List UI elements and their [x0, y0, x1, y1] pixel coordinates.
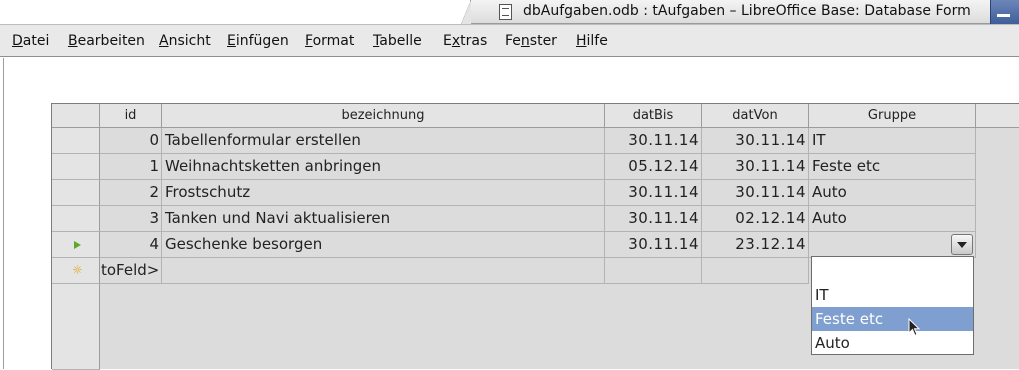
- menu-format[interactable]: Format: [305, 33, 354, 49]
- dropdown-option[interactable]: [812, 257, 973, 281]
- menu-extras[interactable]: Extras: [443, 33, 487, 49]
- cell-bezeichnung[interactable]: Weihnachtsketten anbringen: [162, 154, 605, 180]
- row-selector[interactable]: [52, 154, 100, 180]
- cell-bezeichnung[interactable]: Frostschutz: [162, 180, 605, 206]
- row-selector[interactable]: [52, 206, 100, 232]
- dropdown-option[interactable]: Auto: [812, 331, 973, 355]
- menu-bearbeiten[interactable]: Bearbeiten: [68, 33, 145, 49]
- cell-gruppe[interactable]: Auto: [809, 206, 976, 232]
- cell-datbis[interactable]: 30.11.14: [605, 180, 702, 206]
- gruppe-dropdown-list[interactable]: IT Feste etc Auto: [811, 256, 974, 355]
- new-row-cell[interactable]: toFeld>: [100, 258, 162, 284]
- cell-id[interactable]: 3: [100, 206, 162, 232]
- dropdown-option[interactable]: Feste etc: [812, 307, 973, 331]
- new-row-cell[interactable]: [605, 258, 702, 284]
- cell-datvon[interactable]: 30.11.14: [702, 180, 809, 206]
- cell-datbis[interactable]: 30.11.14: [605, 128, 702, 154]
- combo-dropdown-button[interactable]: [951, 234, 973, 255]
- new-row-cell[interactable]: [702, 258, 809, 284]
- cell-gruppe[interactable]: Auto: [809, 180, 976, 206]
- row-selector[interactable]: [52, 180, 100, 206]
- menu-datei[interactable]: Datei: [12, 33, 49, 49]
- column-header-empty: [976, 104, 1019, 128]
- menu-bar: Datei Bearbeiten Ansicht Einfügen Format Tabe…: [0, 24, 1019, 57]
- document-icon: [499, 4, 512, 20]
- new-record-star-icon: ☼: [72, 263, 83, 277]
- window-title: dbAufgaben.odb : tAufgaben – LibreOffice…: [523, 3, 971, 19]
- column-header-datvon[interactable]: datVon: [702, 104, 809, 128]
- new-row-cell[interactable]: [162, 258, 605, 284]
- cell-datbis[interactable]: 05.12.14: [605, 154, 702, 180]
- window-title-tab: dbAufgaben.odb : tAufgaben – LibreOffice…: [461, 0, 990, 24]
- cell-bezeichnung[interactable]: Tabellenformular erstellen: [162, 128, 605, 154]
- menu-einfgen[interactable]: Einfügen: [227, 33, 289, 49]
- grid-corner[interactable]: [52, 104, 100, 128]
- mouse-pointer-icon: [908, 318, 920, 337]
- cell-id[interactable]: 4: [100, 232, 162, 258]
- cell-id[interactable]: 2: [100, 180, 162, 206]
- new-row-selector[interactable]: ☼: [52, 258, 100, 284]
- cell-id[interactable]: 1: [100, 154, 162, 180]
- column-header-gruppe[interactable]: Gruppe: [809, 104, 976, 128]
- title-bar: dbAufgaben.odb : tAufgaben – LibreOffice…: [0, 0, 1019, 24]
- dropdown-option[interactable]: IT: [812, 283, 973, 307]
- row-selector[interactable]: [52, 232, 100, 258]
- column-header-id[interactable]: id: [100, 104, 162, 128]
- minimize-button[interactable]: [990, 0, 1019, 24]
- current-row-arrow-icon: [74, 241, 81, 249]
- cell-datvon[interactable]: 30.11.14: [702, 128, 809, 154]
- cell-id[interactable]: 0: [100, 128, 162, 154]
- cell-bezeichnung[interactable]: Tanken und Navi aktualisieren: [162, 206, 605, 232]
- cell-datvon[interactable]: 23.12.14: [702, 232, 809, 258]
- menu-fenster[interactable]: Fenster: [505, 33, 557, 49]
- cell-datvon[interactable]: 02.12.14: [702, 206, 809, 232]
- column-header-bezeichnung[interactable]: bezeichnung: [162, 104, 605, 128]
- cell-datbis[interactable]: 30.11.14: [605, 232, 702, 258]
- menu-tabelle[interactable]: Tabelle: [373, 33, 422, 49]
- menu-hilfe[interactable]: Hilfe: [576, 33, 608, 49]
- cell-datvon[interactable]: 30.11.14: [702, 154, 809, 180]
- column-header-datbis[interactable]: datBis: [605, 104, 702, 128]
- row-selector[interactable]: [52, 128, 100, 154]
- cell-datbis[interactable]: 30.11.14: [605, 206, 702, 232]
- menu-ansicht[interactable]: Ansicht: [159, 33, 211, 49]
- cell-bezeichnung[interactable]: Geschenke besorgen: [162, 232, 605, 258]
- cell-gruppe[interactable]: Feste etc: [809, 154, 976, 180]
- cell-gruppe[interactable]: IT: [809, 128, 976, 154]
